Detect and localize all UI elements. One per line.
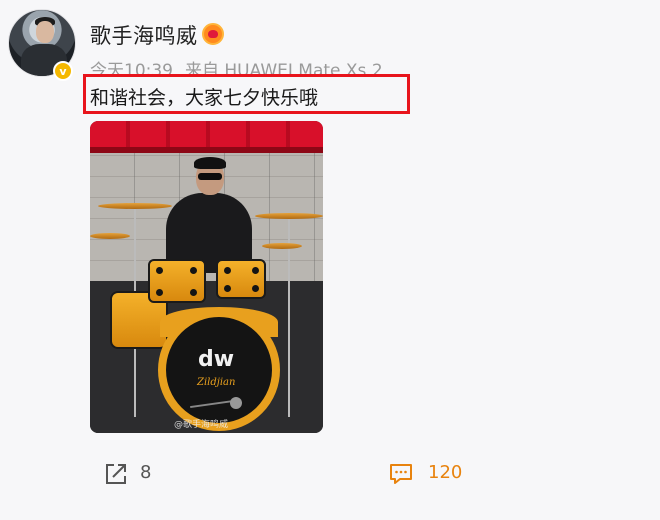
rack-tom [148,259,206,303]
avatar-face [36,21,54,43]
drum-lug [190,267,197,274]
vip-heart-icon[interactable] [202,23,224,45]
drum-lug [252,285,259,292]
drum-lug [252,267,259,274]
drummer-sunglasses [198,173,222,180]
comment-icon[interactable] [389,462,413,486]
cymbal [98,203,172,209]
drum-lug [156,267,163,274]
author-name[interactable]: 歌手海鸣威 [90,20,198,50]
cymbal [90,233,130,239]
comment-count[interactable]: 120 [428,462,462,483]
share-count[interactable]: 8 [140,462,151,483]
post-text: 和谐社会，大家七夕快乐哦 [90,87,319,109]
image-awning-edge [90,147,323,153]
drum-lug [224,267,231,274]
image-awning [90,121,323,149]
dw-logo: dw [198,347,235,372]
share-icon[interactable] [104,462,128,486]
zildjian-logo: Zildjian [197,377,236,388]
drum-lug [156,289,163,296]
post-image[interactable]: dw Zildjian @歌手海鸣威 [90,121,323,433]
drum-lug [190,289,197,296]
drum-lug [224,285,231,292]
vip-heart-shape [208,30,218,38]
microphone [230,397,242,409]
verified-badge-icon: v [53,61,73,81]
rack-tom [216,259,266,299]
drummer-hair [194,157,226,169]
cymbal [255,213,323,219]
cymbal [262,243,302,249]
image-watermark: @歌手海鸣威 [174,420,229,430]
